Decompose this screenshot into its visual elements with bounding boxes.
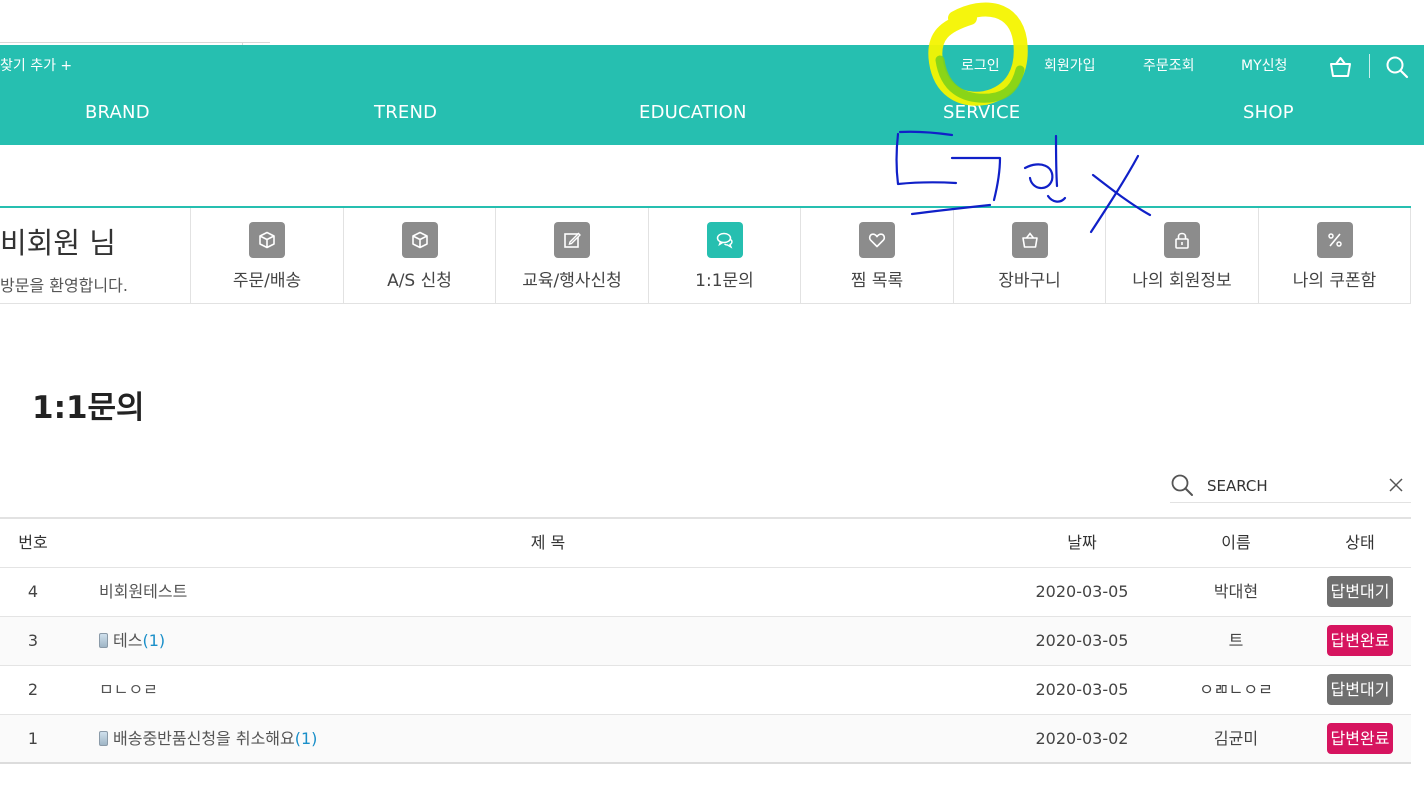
mypage-item-label: 장바구니 <box>998 271 1061 291</box>
status-badge: 답변대기 <box>1326 673 1394 705</box>
row-date: 2020-03-05 <box>1035 680 1129 699</box>
mypage-item-label: A/S 신청 <box>387 271 452 291</box>
row-name: 박대현 <box>1213 582 1259 601</box>
row-date: 2020-03-05 <box>1035 582 1129 601</box>
row-subject[interactable]: 배송중반품신청을 취소해요(1) <box>99 715 317 763</box>
search-icon[interactable] <box>1170 473 1194 497</box>
page-title: 1:1문의 <box>32 390 145 426</box>
mypage-order-delivery[interactable]: 주문/배송 <box>190 208 343 304</box>
col-date: 날짜 <box>1067 533 1097 552</box>
basket-icon <box>1011 222 1048 258</box>
status-badge: 답변완료 <box>1326 624 1394 656</box>
gnb-shop[interactable]: SHOP <box>1243 102 1294 123</box>
col-state: 상태 <box>1345 533 1375 552</box>
mypage-item-label: 1:1문의 <box>695 271 754 291</box>
status-badge: 답변완료 <box>1326 722 1394 754</box>
heart-icon <box>859 222 895 258</box>
mypage-as-request[interactable]: A/S 신청 <box>343 208 495 304</box>
row-subject-text[interactable]: 배송중반품신청을 취소해요 <box>113 729 295 748</box>
edit-icon <box>554 222 590 258</box>
login-link[interactable]: 로그인 <box>961 55 1000 75</box>
member-welcome: 방문을 환영합니다. <box>0 276 128 295</box>
row-no: 1 <box>27 729 39 748</box>
row-subject[interactable]: ㅁㄴㅇㄹ <box>99 666 158 714</box>
mypage-coupon[interactable]: 나의 쿠폰함 <box>1258 208 1411 304</box>
cart-icon[interactable] <box>1329 56 1352 78</box>
reply-count: (1) <box>142 631 166 650</box>
row-name: 김균미 <box>1213 729 1259 748</box>
my-request-link[interactable]: MY신청 <box>1241 55 1287 75</box>
mypage-item-label: 찜 목록 <box>850 271 904 291</box>
gnb-trend[interactable]: TREND <box>374 102 437 123</box>
row-no: 2 <box>27 680 39 699</box>
status-badge: 답변대기 <box>1326 575 1394 607</box>
row-state: 답변완료 <box>1312 617 1408 665</box>
row-subject[interactable]: 비회원테스트 <box>99 568 187 616</box>
close-icon[interactable] <box>1388 477 1404 493</box>
mypage-item-label: 나의 회원정보 <box>1132 271 1232 291</box>
table-row[interactable]: 2 ㅁㄴㅇㄹ 2020-03-05 ㅇㄻㄴㅇㄹ 답변대기 <box>0 666 1411 715</box>
mypage-item-label: 나의 쿠폰함 <box>1292 271 1377 291</box>
row-no: 4 <box>27 582 39 601</box>
mobile-icon <box>99 730 108 746</box>
row-date: 2020-03-05 <box>1035 631 1129 650</box>
row-state: 답변완료 <box>1312 715 1408 763</box>
site-header: 찾기 추가 + 로그인 회원가입 주문조회 MY신청 BRAND TREND E… <box>0 45 1424 145</box>
mypage-item-label: 주문/배송 <box>232 271 302 291</box>
row-no: 3 <box>27 631 39 650</box>
mypage-item-label: 교육/행사신청 <box>522 271 622 291</box>
row-name: 트 <box>1228 631 1244 650</box>
member-name: 비회원 님 <box>0 226 116 260</box>
mypage-inquiry[interactable]: 1:1문의 <box>648 208 800 304</box>
row-subject-text[interactable]: 테스 <box>113 631 142 650</box>
percent-icon <box>1316 222 1353 258</box>
table-row[interactable]: 4 비회원테스트 2020-03-05 박대현 답변대기 <box>0 568 1411 617</box>
mobile-icon <box>99 632 108 648</box>
row-state: 답변대기 <box>1312 568 1408 616</box>
util-divider <box>1369 54 1370 78</box>
box-icon <box>249 222 285 258</box>
col-subject: 제 목 <box>530 533 566 552</box>
bookmark-link[interactable]: 찾기 추가 + <box>0 55 72 75</box>
join-link[interactable]: 회원가입 <box>1044 55 1096 75</box>
gnb-education[interactable]: EDUCATION <box>639 102 747 123</box>
row-date: 2020-03-02 <box>1035 729 1129 748</box>
table-header: 번호 제 목 날짜 이름 상태 <box>0 519 1411 568</box>
table-row[interactable]: 3 테스(1) 2020-03-05 트 답변완료 <box>0 617 1411 666</box>
col-name: 이름 <box>1221 533 1251 552</box>
box-icon <box>401 222 438 258</box>
top-divider <box>0 42 270 43</box>
lock-icon <box>1164 222 1200 258</box>
mypage-menu-bar: 비회원 님 방문을 환영합니다. 주문/배송 A/S 신청 교육/행사신청 1:… <box>0 206 1411 304</box>
row-state: 답변대기 <box>1312 666 1408 714</box>
table-row[interactable]: 1 배송중반품신청을 취소해요(1) 2020-03-02 김균미 답변완료 <box>0 715 1411 764</box>
mypage-wishlist[interactable]: 찜 목록 <box>800 208 953 304</box>
search-input[interactable]: SEARCH <box>1207 477 1268 495</box>
inquiry-table: 번호 제 목 날짜 이름 상태 4 비회원테스트 2020-03-05 박대현 … <box>0 517 1411 764</box>
order-lookup-link[interactable]: 주문조회 <box>1143 55 1195 75</box>
row-subject-text[interactable]: ㅁㄴㅇㄹ <box>99 680 158 699</box>
chat-icon <box>706 222 743 258</box>
reply-count: (1) <box>294 729 318 748</box>
gnb-service[interactable]: SERVICE <box>943 102 1020 123</box>
mypage-cart[interactable]: 장바구니 <box>953 208 1105 304</box>
board-search[interactable]: SEARCH <box>1170 470 1411 503</box>
row-subject[interactable]: 테스(1) <box>99 617 165 665</box>
row-subject-text[interactable]: 비회원테스트 <box>99 582 187 601</box>
mypage-member-info[interactable]: 나의 회원정보 <box>1105 208 1258 304</box>
mypage-education-event[interactable]: 교육/행사신청 <box>495 208 648 304</box>
search-icon[interactable] <box>1385 55 1409 79</box>
top-strip <box>0 0 1424 45</box>
gnb-brand[interactable]: BRAND <box>85 102 150 123</box>
row-name: ㅇㄻㄴㅇㄹ <box>1199 680 1273 699</box>
